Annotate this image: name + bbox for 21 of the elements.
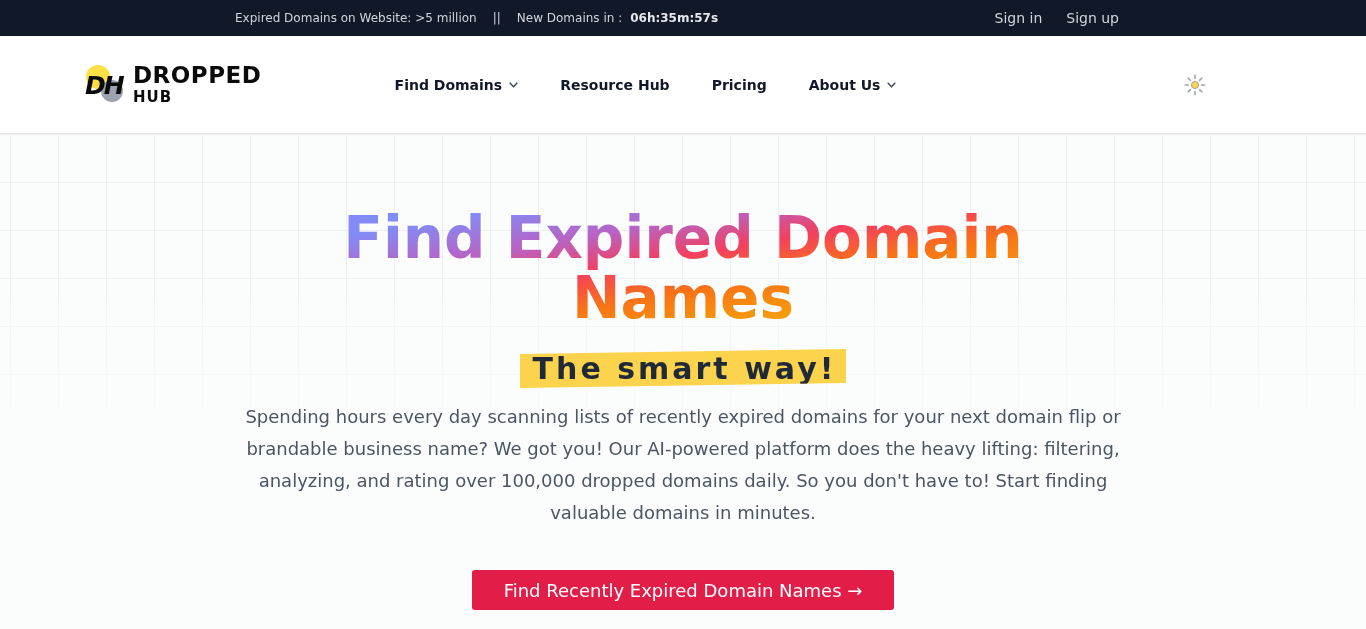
caret-icon (509, 81, 519, 88)
countdown-timer: 06h:35m:57s (630, 11, 719, 25)
separator: || (492, 11, 501, 25)
sign-in-link[interactable]: Sign in (994, 10, 1043, 26)
caret-icon (887, 81, 897, 88)
logo-circles-icon (86, 64, 124, 103)
brand-subname[interactable]: HUB (133, 90, 262, 105)
expired-domains-count: Expired Domains on Website: >5 million (235, 11, 477, 25)
nav-link[interactable]: About Us (808, 76, 897, 93)
logo-initials[interactable]: DH (85, 73, 123, 98)
nav-link[interactable]: Find Domains (394, 76, 519, 93)
brand-name[interactable]: DROPPED (133, 64, 262, 87)
hero-tagline: The smart way! (519, 349, 847, 388)
theme-toggle-button[interactable] (1184, 73, 1206, 96)
hero-description: Spending hours every day scanning lists of recently expired domains for your next domain flip or brandable business name? We got you! Our AI-powered platform does the heavy lifting: filtering, analyzing, and rating over 100,000 dropped domains daily. So you don't have to! Start finding valuable domains in minutes. (244, 405, 1122, 525)
nav-link[interactable]: Pricing (711, 76, 767, 93)
sign-up-link[interactable]: Sign up (1066, 10, 1119, 26)
nav-link[interactable]: Resource Hub (560, 76, 670, 93)
sun-icon (1184, 73, 1206, 96)
countdown-label: New Domains in : (516, 11, 623, 25)
cta-button[interactable]: Find Recently Expired Domain Names → (471, 570, 895, 610)
